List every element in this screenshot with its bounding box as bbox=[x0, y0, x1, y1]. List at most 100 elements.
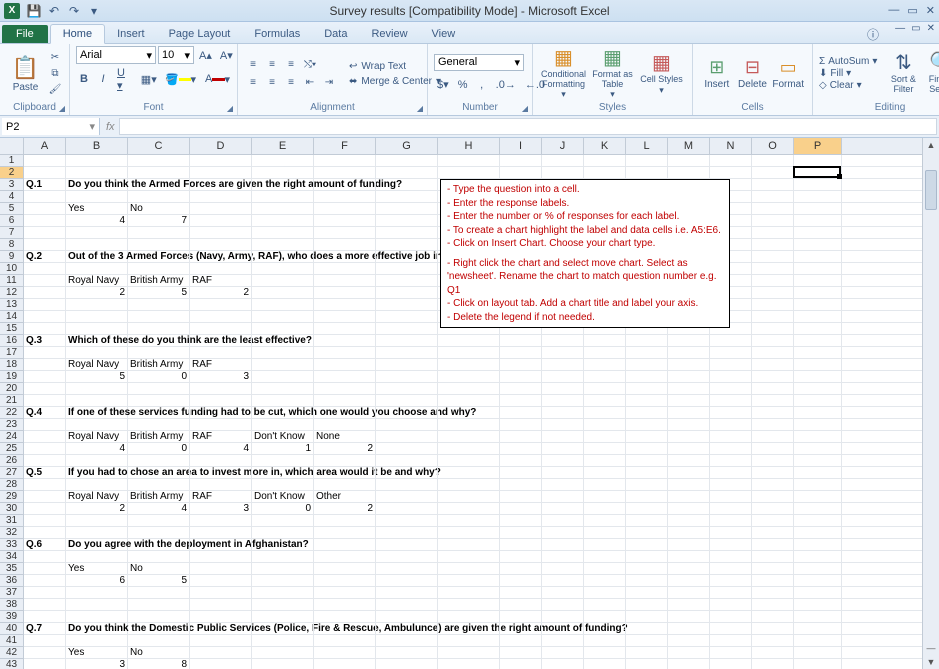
row-header-24[interactable]: 24 bbox=[0, 431, 23, 443]
scroll-down-icon[interactable]: ▼ bbox=[923, 655, 939, 669]
cell-C29[interactable]: British Army bbox=[128, 491, 190, 502]
cell-B35[interactable]: Yes bbox=[66, 563, 128, 574]
cell-B36[interactable]: 6 bbox=[66, 575, 128, 586]
minimize-button[interactable]: — bbox=[888, 4, 899, 17]
cell-E30[interactable]: 0 bbox=[252, 503, 314, 514]
comma-button[interactable]: , bbox=[474, 76, 490, 94]
fill-button[interactable]: ⬇ Fill ▾ bbox=[819, 68, 884, 79]
insert-cells-button[interactable]: ⊞Insert bbox=[699, 57, 735, 90]
cell-D24[interactable]: RAF bbox=[190, 431, 252, 442]
col-header-N[interactable]: N bbox=[710, 138, 752, 154]
border-button[interactable]: ▦▾ bbox=[138, 70, 159, 88]
cell-A3[interactable]: Q.1 bbox=[24, 179, 66, 190]
align-left-button[interactable]: ≡ bbox=[244, 75, 262, 91]
cell-C11[interactable]: British Army bbox=[128, 275, 190, 286]
col-header-M[interactable]: M bbox=[668, 138, 710, 154]
cell-D18[interactable]: RAF bbox=[190, 359, 252, 370]
cell-B33[interactable]: Do you agree with the deployment in Afgh… bbox=[66, 539, 128, 550]
row-header-22[interactable]: 22 bbox=[0, 407, 23, 419]
row-header-9[interactable]: 9 bbox=[0, 251, 23, 263]
row-header-16[interactable]: 16 bbox=[0, 335, 23, 347]
cell-E29[interactable]: Don't Know bbox=[252, 491, 314, 502]
col-header-D[interactable]: D bbox=[190, 138, 252, 154]
row-header-38[interactable]: 38 bbox=[0, 599, 23, 611]
row-header-15[interactable]: 15 bbox=[0, 323, 23, 335]
cell-C19[interactable]: 0 bbox=[128, 371, 190, 382]
cell-B27[interactable]: If you had to chose an area to invest mo… bbox=[66, 467, 128, 478]
cell-C25[interactable]: 0 bbox=[128, 443, 190, 454]
scroll-thumb[interactable] bbox=[925, 170, 937, 210]
cell-C43[interactable]: 8 bbox=[128, 659, 190, 669]
tab-formulas[interactable]: Formulas bbox=[242, 25, 312, 43]
row-header-35[interactable]: 35 bbox=[0, 563, 23, 575]
cells-area[interactable]: - Type the question into a cell.- Enter … bbox=[24, 155, 939, 669]
cell-B6[interactable]: 4 bbox=[66, 215, 128, 226]
undo-button[interactable]: ↶ bbox=[45, 2, 63, 20]
cell-A16[interactable]: Q.3 bbox=[24, 335, 66, 346]
help-icon[interactable]: ⓘ bbox=[867, 26, 879, 43]
sort-filter-button[interactable]: ⇅Sort & Filter bbox=[884, 52, 922, 95]
col-header-L[interactable]: L bbox=[626, 138, 668, 154]
cell-C30[interactable]: 4 bbox=[128, 503, 190, 514]
clear-button[interactable]: ◇ Clear ▾ bbox=[819, 80, 884, 91]
tab-home[interactable]: Home bbox=[50, 24, 105, 44]
row-header-25[interactable]: 25 bbox=[0, 443, 23, 455]
row-header-32[interactable]: 32 bbox=[0, 527, 23, 539]
bold-button[interactable]: B bbox=[76, 70, 92, 88]
cell-F24[interactable]: None bbox=[314, 431, 376, 442]
clipboard-launcher-icon[interactable]: ◢ bbox=[57, 103, 67, 113]
cell-C42[interactable]: No bbox=[128, 647, 190, 658]
cell-A40[interactable]: Q.7 bbox=[24, 623, 66, 634]
wb-close-button[interactable]: ✕ bbox=[927, 23, 935, 34]
cell-A33[interactable]: Q.6 bbox=[24, 539, 66, 550]
cell-B9[interactable]: Out of the 3 Armed Forces (Navy, Army, R… bbox=[66, 251, 128, 262]
cell-A22[interactable]: Q.4 bbox=[24, 407, 66, 418]
row-header-2[interactable]: 2 bbox=[0, 167, 23, 179]
align-top-button[interactable]: ≡ bbox=[244, 57, 262, 73]
col-header-I[interactable]: I bbox=[500, 138, 542, 154]
cell-D30[interactable]: 3 bbox=[190, 503, 252, 514]
font-launcher-icon[interactable]: ◢ bbox=[225, 103, 235, 113]
col-header-P[interactable]: P bbox=[794, 138, 842, 154]
col-header-C[interactable]: C bbox=[128, 138, 190, 154]
row-header-19[interactable]: 19 bbox=[0, 371, 23, 383]
row-header-43[interactable]: 43 bbox=[0, 659, 23, 669]
format-cells-button[interactable]: ▭Format bbox=[770, 57, 806, 90]
align-middle-button[interactable]: ≡ bbox=[263, 57, 281, 73]
redo-button[interactable]: ↷ bbox=[65, 2, 83, 20]
align-center-button[interactable]: ≡ bbox=[263, 75, 281, 91]
row-header-7[interactable]: 7 bbox=[0, 227, 23, 239]
row-header-23[interactable]: 23 bbox=[0, 419, 23, 431]
tab-data[interactable]: Data bbox=[312, 25, 359, 43]
row-header-21[interactable]: 21 bbox=[0, 395, 23, 407]
row-header-28[interactable]: 28 bbox=[0, 479, 23, 491]
cell-C18[interactable]: British Army bbox=[128, 359, 190, 370]
save-button[interactable]: 💾 bbox=[25, 2, 43, 20]
cell-C12[interactable]: 5 bbox=[128, 287, 190, 298]
font-size-select[interactable]: 10▾ bbox=[158, 46, 194, 64]
cell-B40[interactable]: Do you think the Domestic Public Service… bbox=[66, 623, 128, 634]
find-select-button[interactable]: 🔍Find & Select bbox=[923, 52, 939, 95]
cell-E24[interactable]: Don't Know bbox=[252, 431, 314, 442]
formula-input[interactable] bbox=[119, 118, 937, 135]
cell-D12[interactable]: 2 bbox=[190, 287, 252, 298]
cell-B16[interactable]: Which of these do you think are the leas… bbox=[66, 335, 128, 346]
row-header-8[interactable]: 8 bbox=[0, 239, 23, 251]
italic-button[interactable]: I bbox=[95, 70, 111, 88]
scroll-split-icon[interactable]: — bbox=[923, 641, 939, 655]
tab-insert[interactable]: Insert bbox=[105, 25, 157, 43]
row-header-18[interactable]: 18 bbox=[0, 359, 23, 371]
col-header-K[interactable]: K bbox=[584, 138, 626, 154]
cell-F30[interactable]: 2 bbox=[314, 503, 376, 514]
cell-B29[interactable]: Royal Navy bbox=[66, 491, 128, 502]
row-header-36[interactable]: 36 bbox=[0, 575, 23, 587]
cell-B30[interactable]: 2 bbox=[66, 503, 128, 514]
shrink-font-button[interactable]: A▾ bbox=[217, 46, 236, 64]
cell-D11[interactable]: RAF bbox=[190, 275, 252, 286]
row-header-5[interactable]: 5 bbox=[0, 203, 23, 215]
row-header-20[interactable]: 20 bbox=[0, 383, 23, 395]
row-header-11[interactable]: 11 bbox=[0, 275, 23, 287]
tab-file[interactable]: File bbox=[2, 25, 48, 43]
cell-D29[interactable]: RAF bbox=[190, 491, 252, 502]
cut-button[interactable]: ✂ bbox=[47, 51, 63, 65]
